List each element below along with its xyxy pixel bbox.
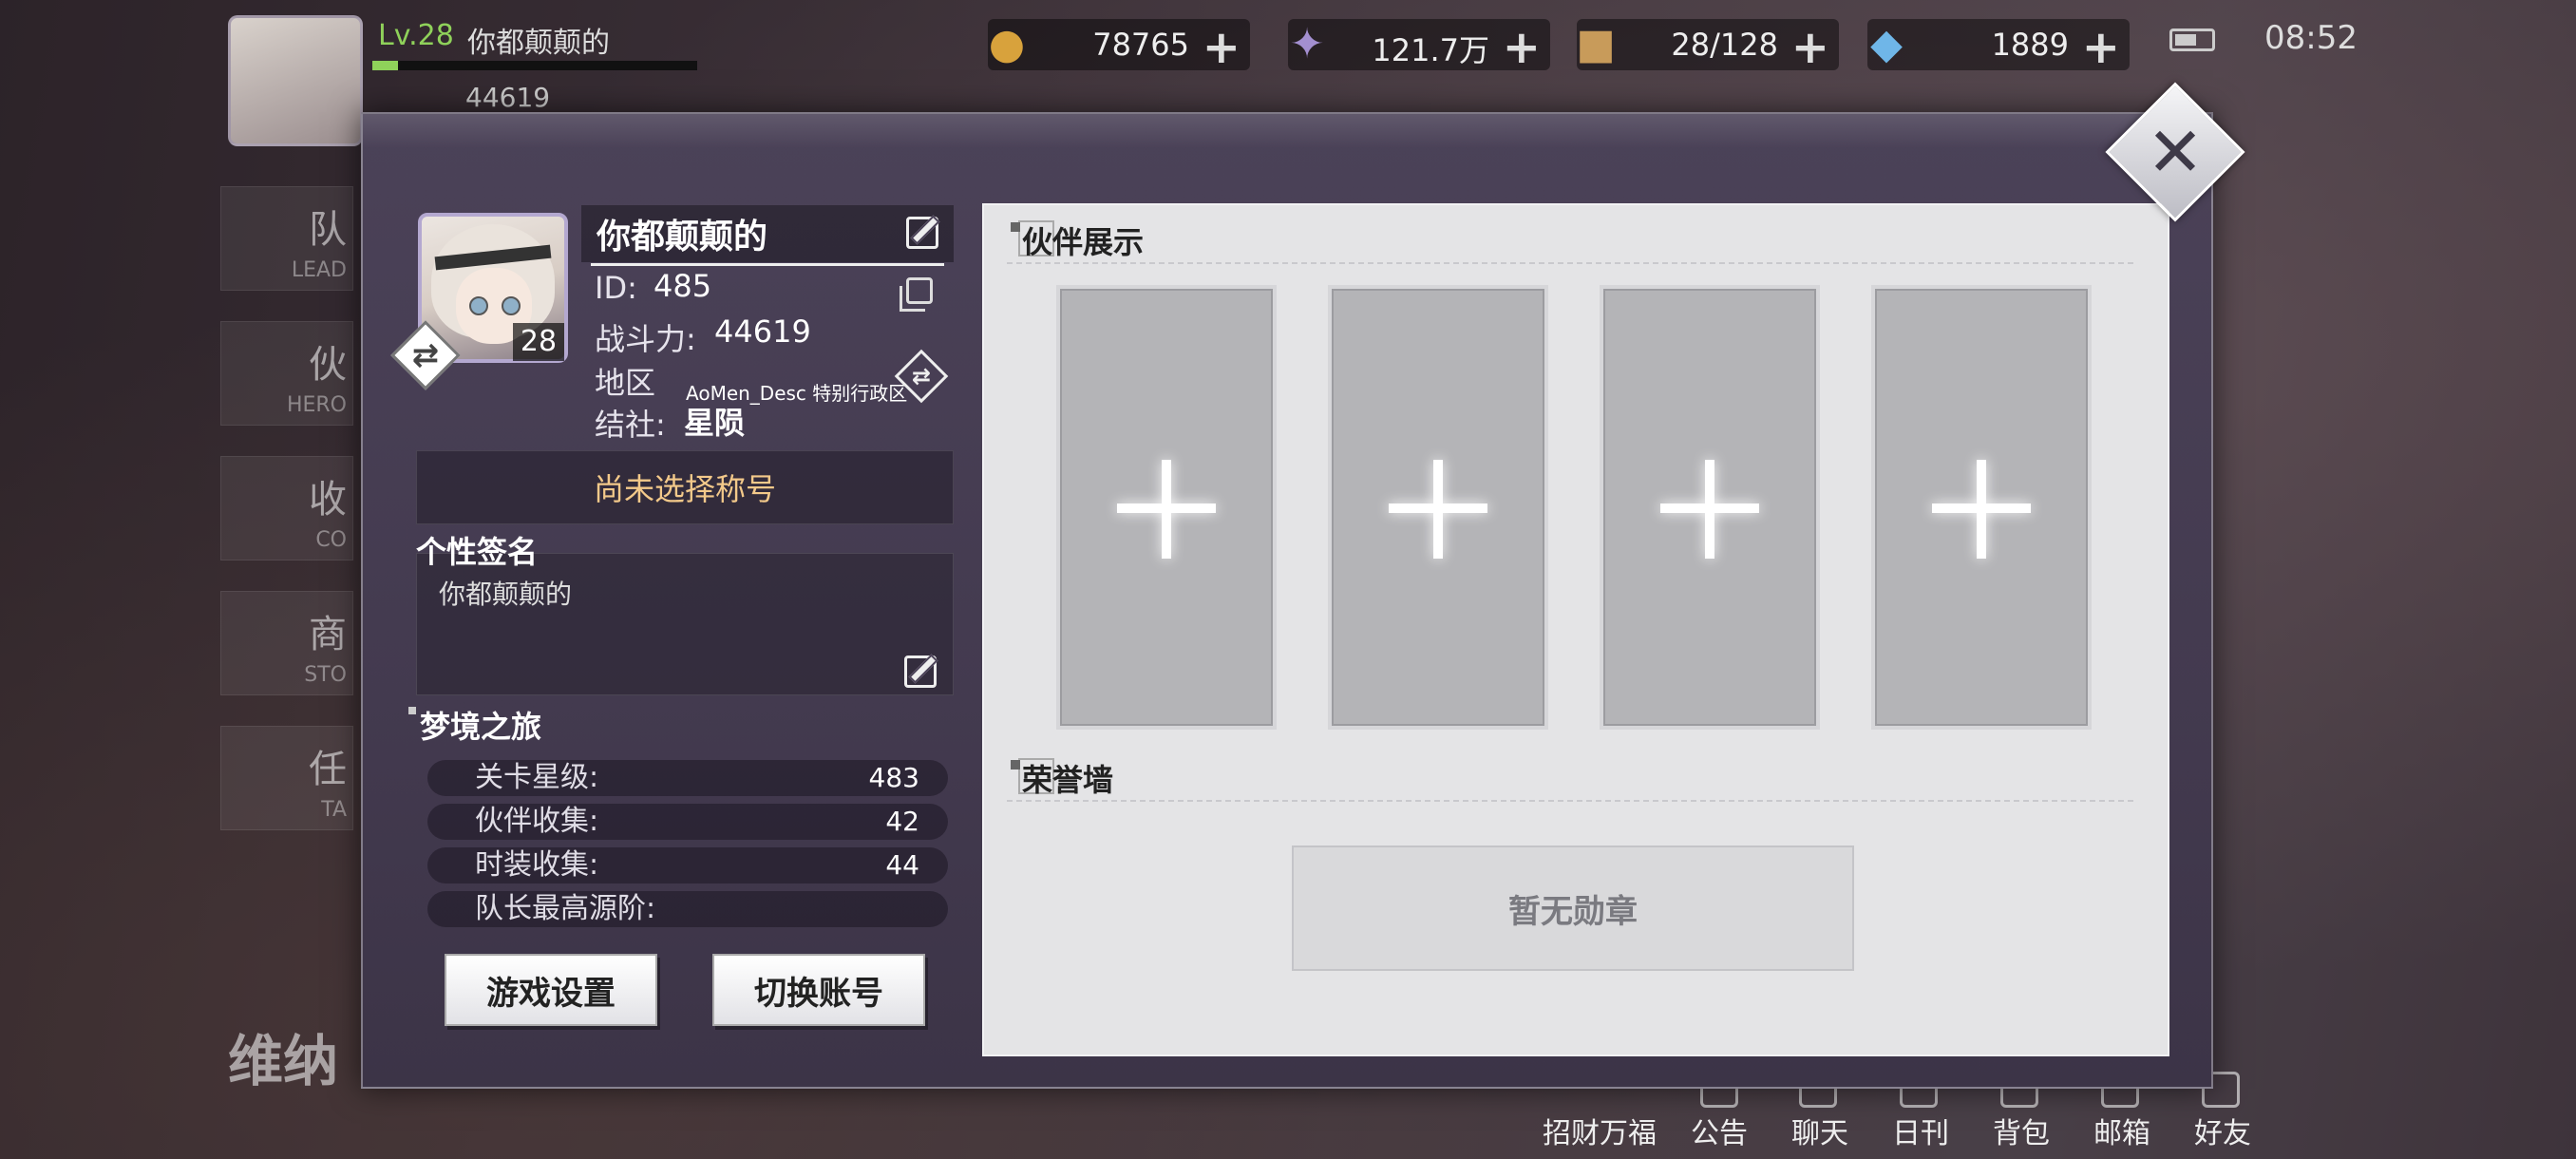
add-icon xyxy=(1705,460,1714,559)
player-avatar-top[interactable] xyxy=(228,15,363,146)
signature-text: 你都颠颠的 xyxy=(439,579,573,610)
select-title-button[interactable]: 尚未选择称号 xyxy=(416,450,954,524)
section-marker xyxy=(408,707,416,714)
close-icon[interactable]: ✕ xyxy=(2126,103,2225,201)
resource-value: 28/128 xyxy=(1671,27,1778,63)
resource-value: 78765 xyxy=(1092,27,1189,63)
side-menu-label: 商 xyxy=(309,613,347,656)
avatar-level-badge: 28 xyxy=(513,323,564,361)
alliance-value: 星陨 xyxy=(684,405,746,441)
partner-slot-4[interactable] xyxy=(1871,285,2092,730)
xp-bar-fill xyxy=(372,61,399,70)
add-icon xyxy=(1433,460,1443,559)
stat-value: 483 xyxy=(868,762,919,793)
stat-row: 时装收集: 44 xyxy=(427,847,948,884)
resource-crystal: ✦ 121.7万 + xyxy=(1288,19,1550,74)
honor-heading: 荣誉墙 xyxy=(1022,762,1114,798)
stat-label: 伙伴收集: xyxy=(475,805,599,838)
nav-mail[interactable]: 邮箱 xyxy=(2093,1110,2150,1151)
add-bread-button[interactable]: + xyxy=(1791,21,1829,74)
side-menu-collection[interactable]: 收 CO xyxy=(220,456,353,560)
swap-icon[interactable]: ⇄ xyxy=(902,357,940,395)
venus-event-banner[interactable]: 维纳 xyxy=(228,1016,338,1096)
stat-value: 42 xyxy=(885,806,919,837)
nav-notice[interactable]: 公告 xyxy=(1691,1110,1748,1151)
power-label: 战斗力: xyxy=(595,321,696,357)
alliance-label: 结社: xyxy=(595,407,666,443)
stat-row: 关卡星级: 483 xyxy=(427,760,948,796)
power-value: 44619 xyxy=(714,314,811,350)
nav-fortune[interactable]: 招财万福 xyxy=(1543,1110,1657,1151)
swap-icon[interactable]: ⇄ xyxy=(401,331,450,380)
side-menu-sublabel: LEAD xyxy=(291,258,347,282)
top-bar: Lv.28 你都颠颠的 44619 ● 78765 + ✦ 121.7万 + ■… xyxy=(0,0,2576,146)
add-diamond-button[interactable]: + xyxy=(2082,21,2120,74)
resource-value: 1889 xyxy=(1991,27,2069,63)
nav-bag[interactable]: 背包 xyxy=(1993,1110,2050,1151)
game-settings-button[interactable]: 游戏设置 xyxy=(445,954,657,1026)
stat-value: 44 xyxy=(885,849,919,881)
nav-chat[interactable]: 聊天 xyxy=(1791,1110,1848,1151)
id-value: 485 xyxy=(653,268,712,304)
side-menu-label: 收 xyxy=(309,478,347,522)
side-menu-store[interactable]: 商 STO xyxy=(220,591,353,695)
divider xyxy=(1007,800,2133,802)
battery-icon xyxy=(2169,28,2215,51)
side-menu-label: 队 xyxy=(309,208,347,252)
side-menu-lead[interactable]: 队 LEAD xyxy=(220,186,353,291)
id-label: ID: xyxy=(595,270,637,306)
partners-heading: 伙伴展示 xyxy=(1022,224,1145,260)
player-name: 你都颠颠的 xyxy=(597,218,768,256)
clock: 08:52 xyxy=(2264,19,2358,57)
player-name-top: 你都颠颠的 xyxy=(467,27,610,60)
stat-label: 关卡星级: xyxy=(475,761,599,794)
crystal-icon: ✦ xyxy=(1289,19,1325,68)
xp-bar xyxy=(372,61,697,70)
player-level: Lv.28 xyxy=(378,19,454,52)
side-menu-sublabel: STO xyxy=(304,663,347,687)
bread-icon: ■ xyxy=(1576,19,1616,68)
nav-friend[interactable]: 好友 xyxy=(2194,1110,2251,1151)
nav-daily[interactable]: 日刊 xyxy=(1892,1110,1949,1151)
edit-signature-icon[interactable] xyxy=(904,656,937,688)
copy-icon[interactable] xyxy=(900,277,933,312)
coin-icon: ● xyxy=(988,19,1026,68)
signature-heading: 个性签名 xyxy=(416,534,539,570)
stat-label: 队长最高源阶: xyxy=(475,892,656,925)
player-power-top: 44619 xyxy=(465,82,551,113)
journey-heading: 梦境之旅 xyxy=(420,709,542,745)
add-icon xyxy=(1977,460,1986,559)
resource-coin: ● 78765 + xyxy=(988,19,1250,74)
add-coin-button[interactable]: + xyxy=(1203,21,1241,74)
side-menu-task[interactable]: 任 TA xyxy=(220,726,353,830)
add-crystal-button[interactable]: + xyxy=(1503,21,1541,74)
stat-row: 伙伴收集: 42 xyxy=(427,804,948,840)
section-marker xyxy=(1011,222,1020,232)
partner-slot-2[interactable] xyxy=(1328,285,1548,730)
stat-row: 队长最高源阶: xyxy=(427,891,948,927)
side-menu-hero[interactable]: 伙 HERO xyxy=(220,321,353,426)
side-menu-label: 伙 xyxy=(309,343,347,387)
diamond-icon: ◆ xyxy=(1870,19,1903,68)
resource-diamond: ◆ 1889 + xyxy=(1867,19,2130,74)
side-menu-label: 任 xyxy=(309,748,347,791)
side-menu-sublabel: HERO xyxy=(286,393,347,417)
partner-slot-3[interactable] xyxy=(1600,285,1820,730)
region-label: 地区 xyxy=(595,365,656,401)
switch-account-button[interactable]: 切换账号 xyxy=(712,954,925,1026)
side-menu-sublabel: TA xyxy=(321,798,347,822)
side-menu-sublabel: CO xyxy=(315,528,347,552)
section-marker xyxy=(1011,760,1020,770)
resource-bread: ■ 28/128 + xyxy=(1576,19,1839,74)
add-icon xyxy=(1162,460,1171,559)
edit-name-icon[interactable] xyxy=(906,217,938,249)
stat-label: 时装收集: xyxy=(475,848,599,882)
partner-slot-1[interactable] xyxy=(1056,285,1277,730)
resource-value: 121.7万 xyxy=(1372,32,1489,68)
no-medal-placeholder: 暂无勋章 xyxy=(1292,846,1854,971)
divider xyxy=(1007,262,2133,264)
